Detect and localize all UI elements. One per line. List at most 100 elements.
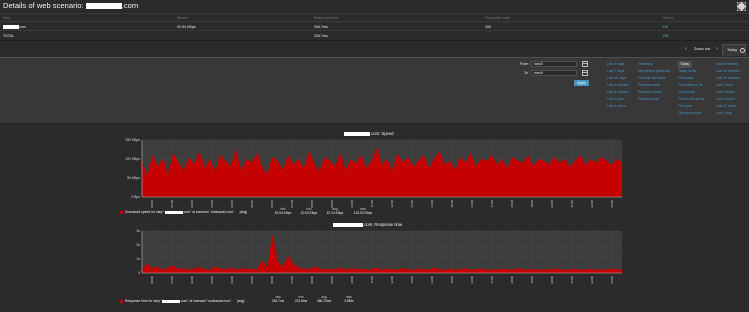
tab-time-period-label: Today <box>727 48 738 52</box>
status-badge: OK <box>663 25 669 29</box>
legend-aggregation: [avg] <box>239 210 248 214</box>
x-tick-label: 18:00 <box>510 276 514 284</box>
speed-graph-title: .com: Speed <box>344 131 394 136</box>
x-tick-label: 04:00 <box>230 200 234 208</box>
quick-range-item[interactable]: This month <box>678 89 704 96</box>
quick-range-item[interactable]: Last 6 hours <box>716 96 740 103</box>
quick-range-item[interactable]: Last 5 minutes <box>716 61 740 68</box>
speed-graph-title-text: .com: Speed <box>370 131 394 136</box>
quick-range-item[interactable]: Last 3 months <box>607 82 628 89</box>
x-tick-label: 13:00 <box>410 276 414 284</box>
legend-prefix: Response time for step " <box>125 299 163 303</box>
prev-period-button[interactable]: ‹ <box>685 46 687 52</box>
x-tick-label: 17:00 <box>490 276 494 284</box>
x-tick-label: 21:00 <box>570 200 574 208</box>
to-input[interactable]: now/d <box>531 70 577 76</box>
from-label: From <box>520 62 529 66</box>
quick-ranges-col-2: Yesterday Day before yesterday This day … <box>638 61 670 103</box>
quick-range-item[interactable]: This month so far <box>678 96 704 103</box>
speed-value: 92.94 KBps <box>177 25 196 29</box>
to-calendar-icon[interactable] <box>582 70 588 76</box>
quick-range-item[interactable]: Yesterday <box>638 61 670 68</box>
speed-chart[interactable]: 0 Bps 50 KBps 100 KBps 150 KBps 00:00 01:00 02… <box>110 137 630 215</box>
y-tick-label: 0 <box>138 271 140 275</box>
quick-range-item[interactable]: Last 15 minutes <box>716 68 740 75</box>
quick-range-item[interactable]: Last 30 minutes <box>716 75 740 82</box>
stat-max: max 3.584s <box>336 295 362 303</box>
response-graph-title: .com: Response time <box>333 222 402 227</box>
quick-range-item[interactable]: Last 2 days <box>607 61 628 68</box>
x-tick-label: 23:00 <box>610 200 614 208</box>
y-tick-label: 150 KBps <box>125 138 140 142</box>
legend-aggregation: [avg] <box>237 299 245 303</box>
quick-range-item[interactable]: Previous month <box>638 89 670 96</box>
x-tick-label: 20:00 <box>550 200 554 208</box>
page-title-suffix: .com <box>121 1 139 10</box>
stat-avg: avg 466.23ms <box>311 295 337 303</box>
quick-range-item[interactable]: Last 30 days <box>607 75 628 82</box>
quick-range-item[interactable]: Day before yesterday <box>638 68 670 75</box>
y-tick-label: 3s <box>136 229 140 233</box>
quick-range-item[interactable]: This day last week <box>638 75 670 82</box>
quick-range-item[interactable]: This week so far <box>678 82 704 89</box>
stat-value: 133.92 KBps <box>353 211 373 215</box>
quick-ranges-col-1: Last 2 days Last 7 days Last 30 days Las… <box>607 61 628 110</box>
zoom-out-button[interactable]: Zoom out <box>694 47 710 51</box>
redacted-host <box>162 299 181 303</box>
from-calendar-icon[interactable] <box>582 61 588 67</box>
x-tick-label: 22:00 <box>590 200 594 208</box>
quick-range-item[interactable]: Previous week <box>638 82 670 89</box>
quick-range-item[interactable]: Previous year <box>638 96 670 103</box>
response-time-value: 334.7ms <box>314 25 328 29</box>
apply-button[interactable]: Apply <box>574 80 589 86</box>
y-tick-label: 0 Bps <box>131 195 140 199</box>
x-tick-label: 08:00 <box>310 276 314 284</box>
redacted-host <box>344 132 370 136</box>
x-tick-label: 00:00 <box>150 276 154 284</box>
legend-suffix: .com" of scenario "codeswat.com". <box>180 299 233 303</box>
x-tick-label: 00:00 <box>150 200 154 208</box>
quick-range-item[interactable]: This week <box>678 75 704 82</box>
quick-ranges-col-4: Last 5 minutes Last 15 minutes Last 30 m… <box>716 61 740 117</box>
quick-range-item[interactable]: Last 1 year <box>607 96 628 103</box>
steps-table: Step Speed Response time Response code S… <box>0 13 749 40</box>
time-selector-bar: ‹ Zoom out › Today <box>0 40 749 57</box>
col-response-time: Response time <box>314 16 338 20</box>
tab-time-period[interactable]: Today <box>722 44 746 56</box>
legend-suffix: .com" of scenario "codeswat.com". <box>182 210 235 214</box>
col-status: Status <box>663 16 674 20</box>
quick-range-item-selected[interactable]: Today <box>678 61 692 68</box>
quick-range-item[interactable]: Last 3 hours <box>716 89 740 96</box>
x-tick-label: 04:00 <box>230 276 234 284</box>
redacted-host <box>164 210 183 214</box>
quick-range-item[interactable]: Last 12 hours <box>716 103 740 110</box>
col-step: Step <box>3 16 11 20</box>
stat-max: max 133.92 KBps <box>350 207 376 215</box>
quick-range-item[interactable]: Last 6 months <box>607 89 628 96</box>
quick-range-item[interactable]: Last 1 day <box>716 110 740 117</box>
clock-icon <box>740 48 745 53</box>
from-input[interactable]: now/d <box>531 61 577 67</box>
quick-range-item[interactable]: Last 2 years <box>607 103 628 110</box>
x-tick-label: 21:00 <box>570 276 574 284</box>
quick-range-item[interactable]: This year so far <box>678 110 704 117</box>
quick-range-item[interactable]: Last 1 hour <box>716 82 740 89</box>
response-time-chart[interactable]: 0 1s 2s 3s 00:00 01:00 02:00 03:00 04:00 05:00 06:… <box>110 228 630 291</box>
quick-range-item[interactable]: Last 7 days <box>607 68 628 75</box>
response-legend: Response time for step " .com" of scenari… <box>120 299 244 303</box>
stat-min: min 10.63 KBps <box>296 207 322 215</box>
x-tick-label: 16:00 <box>470 200 474 208</box>
next-period-button[interactable]: › <box>716 46 718 52</box>
redacted-step <box>3 25 19 29</box>
quick-range-item[interactable]: Today so far <box>678 68 704 75</box>
x-tick-label: 05:00 <box>250 276 254 284</box>
fullscreen-button[interactable] <box>737 2 746 11</box>
quick-range-item[interactable]: This year <box>678 103 704 110</box>
x-tick-label: 14:00 <box>430 276 434 284</box>
x-tick-label: 14:00 <box>430 200 434 208</box>
x-tick-label: 05:00 <box>250 200 254 208</box>
x-tick-label: 16:00 <box>470 276 474 284</box>
stat-avg: avg 87.44 KBps <box>322 207 348 215</box>
step-name: com <box>3 23 26 31</box>
total-status-badge: OK <box>663 34 669 38</box>
